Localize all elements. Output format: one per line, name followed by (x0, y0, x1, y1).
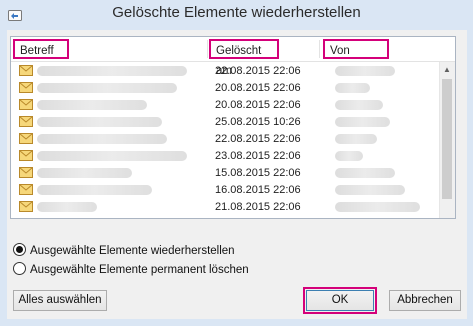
scrollbar-thumb[interactable] (442, 79, 452, 199)
redacted-sender (335, 66, 395, 76)
option-purge[interactable]: Ausgewählte Elemente permanent löschen (13, 262, 249, 278)
redacted-subject (37, 134, 167, 144)
deleted-date: 16.08.2015 22:06 (215, 184, 301, 196)
deleted-date: 23.08.2015 22:06 (215, 150, 301, 162)
deleted-date: 15.08.2015 22:06 (215, 167, 301, 179)
column-header-subject[interactable]: Betreff (13, 39, 69, 59)
deleted-items-list[interactable]: Betreff Gelöscht am Von 22.08.2015 22:06… (10, 36, 456, 219)
deleted-date: 20.08.2015 22:06 (215, 82, 301, 94)
deleted-date: 22.08.2015 22:06 (215, 133, 301, 145)
ok-button[interactable]: OK (306, 290, 374, 311)
redacted-sender (335, 168, 395, 178)
deleted-date: 25.08.2015 10:26 (215, 116, 301, 128)
redacted-sender (335, 134, 377, 144)
column-separator[interactable] (319, 40, 320, 58)
scroll-up-arrow-icon[interactable]: ▲ (443, 65, 451, 74)
mail-envelope-icon (19, 133, 33, 144)
list-item[interactable]: 15.08.2015 22:06 (11, 165, 439, 182)
redacted-subject (37, 202, 97, 212)
redacted-sender (335, 151, 363, 161)
redacted-sender (335, 202, 420, 212)
column-header-deleted-date[interactable]: Gelöscht am (209, 39, 279, 77)
dialog-title: Gelöschte Elemente wiederherstellen (112, 4, 361, 21)
list-item[interactable]: 21.08.2015 22:06 (11, 199, 439, 216)
cancel-button[interactable]: Abbrechen (389, 290, 461, 311)
purge-radio[interactable] (13, 262, 26, 276)
vertical-scrollbar[interactable]: ▲ (439, 62, 455, 218)
redacted-subject (37, 168, 132, 178)
mail-envelope-icon (19, 201, 33, 212)
redacted-sender (335, 185, 405, 195)
mail-envelope-icon (19, 150, 33, 161)
redacted-sender (335, 117, 390, 127)
redacted-subject (37, 100, 147, 110)
redacted-subject (37, 66, 187, 76)
mail-envelope-icon (19, 82, 33, 93)
redacted-subject (37, 117, 162, 127)
list-item[interactable]: 22.08.2015 22:06 (11, 131, 439, 148)
list-header: Betreff Gelöscht am Von (11, 37, 455, 77)
list-item[interactable]: 25.08.2015 10:26 (11, 114, 439, 131)
list-item[interactable]: 23.08.2015 22:06 (11, 148, 439, 165)
option-purge-label: Ausgewählte Elemente permanent löschen (30, 264, 249, 276)
option-restore-label: Ausgewählte Elemente wiederherstellen (30, 245, 235, 257)
redacted-sender (335, 100, 383, 110)
mail-envelope-icon (19, 167, 33, 178)
list-item[interactable]: 20.08.2015 22:06 (11, 80, 439, 97)
list-item[interactable]: 22.08.2015 22:06 (11, 63, 439, 80)
deleted-date: 20.08.2015 22:06 (215, 99, 301, 111)
list-item[interactable]: 16.08.2015 22:06 (11, 182, 439, 199)
restore-deleted-items-dialog: Gelöschte Elemente wiederherstellen Betr… (0, 0, 473, 326)
deleted-date: 21.08.2015 22:06 (215, 201, 301, 213)
restore-radio[interactable] (13, 243, 26, 257)
mail-envelope-icon (19, 65, 33, 76)
list-item[interactable]: 20.08.2015 22:06 (11, 97, 439, 114)
redacted-subject (37, 185, 152, 195)
option-restore[interactable]: Ausgewählte Elemente wiederherstellen (13, 243, 235, 259)
list-rows: 22.08.2015 22:06 20.08.2015 22:06 20.08.20… (11, 63, 439, 216)
select-all-button[interactable]: Alles auswählen (13, 290, 107, 311)
redacted-sender (335, 83, 370, 93)
mail-envelope-icon (19, 184, 33, 195)
mail-envelope-icon (19, 99, 33, 110)
redacted-subject (37, 83, 177, 93)
deleted-date: 22.08.2015 22:06 (215, 65, 301, 77)
mail-envelope-icon (19, 116, 33, 127)
column-header-from[interactable]: Von (323, 39, 389, 59)
column-separator[interactable] (207, 40, 208, 58)
redacted-subject (37, 151, 187, 161)
